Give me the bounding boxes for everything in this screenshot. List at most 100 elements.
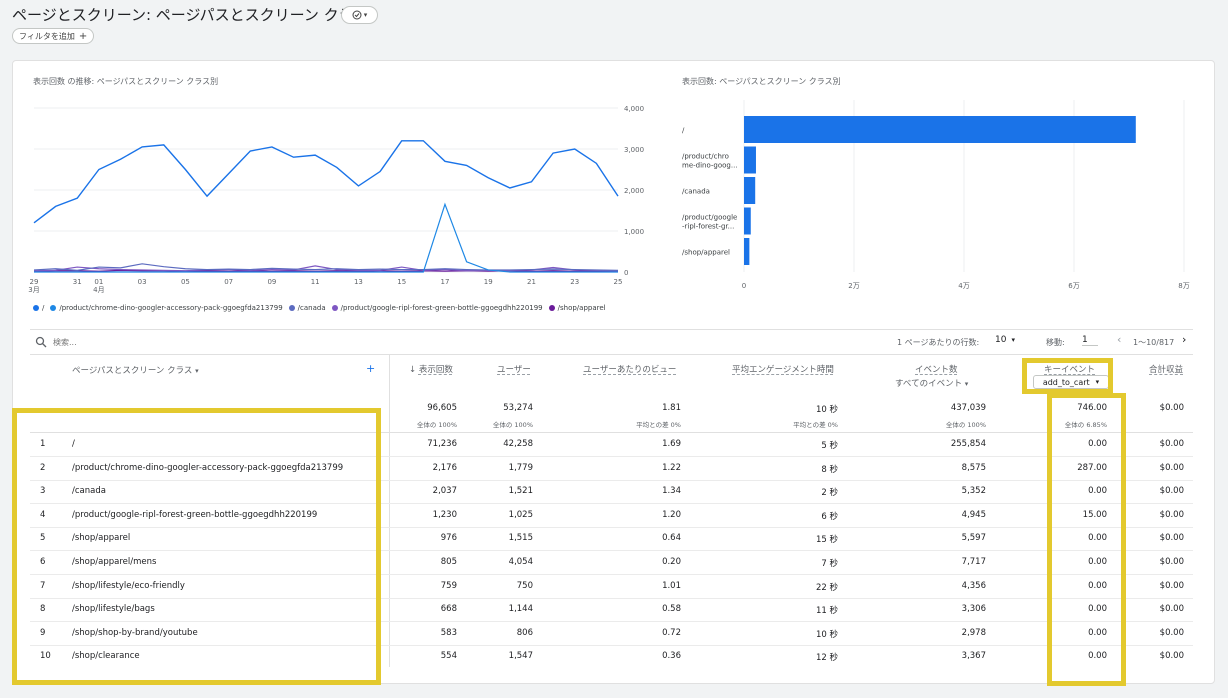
events-cell: 7,717 [961,557,986,567]
events-cell: 2,978 [961,627,986,638]
views-per-user-cell: 0.20 [662,557,681,567]
dropdown-arrow-icon: ▾ [1011,336,1015,344]
views-cell: 668 [440,604,457,615]
line-chart: 4,000 3,000 2,000 1,000 0 293月 31 014月 03 05 07 09 1… [28,105,644,294]
total-views-per-user-sub: 平均との差 0% [636,421,681,429]
events-cell: 4,945 [961,509,986,520]
legend-item[interactable]: /shop/apparel [548,304,606,312]
views-per-user-cell: 0.36 [662,651,681,662]
x-tick-label: 05 [181,278,190,286]
views-per-user-cell: 1.01 [662,580,681,591]
legend-dot-icon [50,305,57,311]
add-filter-button[interactable]: フィルタを追加 + [12,28,95,44]
events-cell: 255,854 [950,439,986,449]
x-tick-label: 6万 [1068,282,1079,290]
chevron-down-icon: ▾ [363,11,368,19]
views-per-user-cell: 0.58 [662,604,681,615]
page-title: ページとスクリーン: ページパスとスクリーン クラス [12,6,369,24]
x-tick-label: 15 [397,278,406,286]
avg-engagement-cell: 22 秒 [815,582,838,593]
x-tick-label: 8万 [1178,282,1189,290]
total-views: 96,605 [427,403,457,413]
next-page-icon[interactable]: › [1182,333,1186,346]
x-tick-label: 17 [441,278,450,286]
x-tick-label: 03 [138,278,147,286]
x-tick-label: 2万 [848,282,859,290]
rows-per-page-select[interactable]: 10 ▾ [995,335,1021,345]
x-tick-label: 23 [570,278,579,286]
series-line [33,140,619,224]
check-circle-icon [352,10,362,20]
events-cell: 3,306 [961,604,986,615]
total-events-sub: 全体の 100% [945,421,986,429]
legend-dot-icon [288,305,295,311]
goto-input[interactable]: 1 [1082,335,1098,346]
x-tick-label: 0 [742,282,746,290]
search-input[interactable] [53,336,253,348]
revenue-cell: $0.00 [1159,439,1184,449]
revenue-cell: $0.00 [1159,580,1184,591]
x-tick-label: 19 [484,278,493,286]
users-cell: 1,144 [508,604,533,615]
x-tick-label: 3月 [28,286,39,294]
legend-item[interactable]: / [33,304,44,312]
title-status-badge[interactable]: ▾ [341,6,378,24]
legend-item[interactable]: /product/google-ripl-forest-green-bottle… [331,304,543,312]
bar [744,238,750,265]
users-header[interactable]: ユーザー [497,363,531,375]
x-tick-label: 25 [614,278,623,286]
bar [744,177,756,204]
views-per-user-cell: 1.22 [662,462,681,473]
revenue-header[interactable]: 合計収益 [1149,363,1183,375]
revenue-cell: $0.00 [1159,533,1184,544]
events-header[interactable]: イベント数 [915,363,958,375]
users-cell: 806 [516,627,533,638]
revenue-cell: $0.00 [1159,486,1184,497]
views-cell: 805 [440,557,457,567]
x-tick-label: 01 [94,278,103,286]
views-per-user-header[interactable]: ユーザーあたりのビュー [583,363,676,375]
total-revenue: $0.00 [1159,403,1184,413]
add-filter-label: フィルタを追加 [19,31,75,41]
total-views-sub: 全体の 100% [416,421,457,429]
legend-label: /product/chrome-dino-googler-accessory-p… [59,304,283,312]
avg-engagement-cell: 12 秒 [815,653,838,664]
users-cell: 42,258 [503,439,533,449]
views-cell: 71,236 [427,439,457,449]
legend-item[interactable]: /product/chrome-dino-googler-accessory-p… [50,304,283,312]
rows-per-page-value: 10 [995,335,1007,345]
avg-engagement-cell: 6 秒 [821,511,838,522]
add-dimension-button[interactable]: + [366,362,375,375]
dimension-header[interactable]: ページパスとスクリーン クラス ▾ [72,364,199,376]
y-tick-label: 1,000 [624,228,644,236]
users-cell: 1,547 [508,651,533,662]
legend-label: /product/google-ripl-forest-green-bottle… [340,304,543,312]
bar-label: / [682,127,685,135]
legend-dot-icon [548,305,555,311]
total-events: 437,039 [950,403,986,413]
x-tick-label: 09 [267,278,276,286]
views-header[interactable]: ↓ 表示回数 [409,363,453,375]
revenue-cell: $0.00 [1159,604,1184,615]
events-filter-select[interactable]: すべてのイベント ▾ [895,377,968,389]
y-tick-label: 0 [624,269,628,277]
bar-label: /product/chro [682,153,729,161]
bar-label: /canada [682,188,710,196]
legend-item[interactable]: /canada [288,304,326,312]
prev-page-icon[interactable]: ‹ [1117,333,1121,346]
revenue-cell: $0.00 [1159,651,1184,662]
x-tick-label: 29 [30,278,39,286]
views-per-user-cell: 0.64 [662,533,681,544]
users-cell: 1,521 [508,486,533,497]
avg-engagement-cell: 10 秒 [815,629,838,640]
avg-engagement-cell: 11 秒 [815,606,838,617]
views-cell: 759 [440,580,457,591]
bar-label: me-dino-goog... [682,162,738,170]
views-cell: 1,230 [432,509,457,520]
chart-legend: / /product/chrome-dino-googler-accessory-… [33,304,606,312]
line-chart-title: 表示回数 の推移: ページパスとスクリーン クラス別 [33,77,219,86]
users-cell: 1,779 [508,462,533,473]
views-cell: 2,037 [432,486,457,497]
avg-engagement-header[interactable]: 平均エンゲージメント時間 [732,363,834,375]
views-cell: 976 [440,533,457,544]
